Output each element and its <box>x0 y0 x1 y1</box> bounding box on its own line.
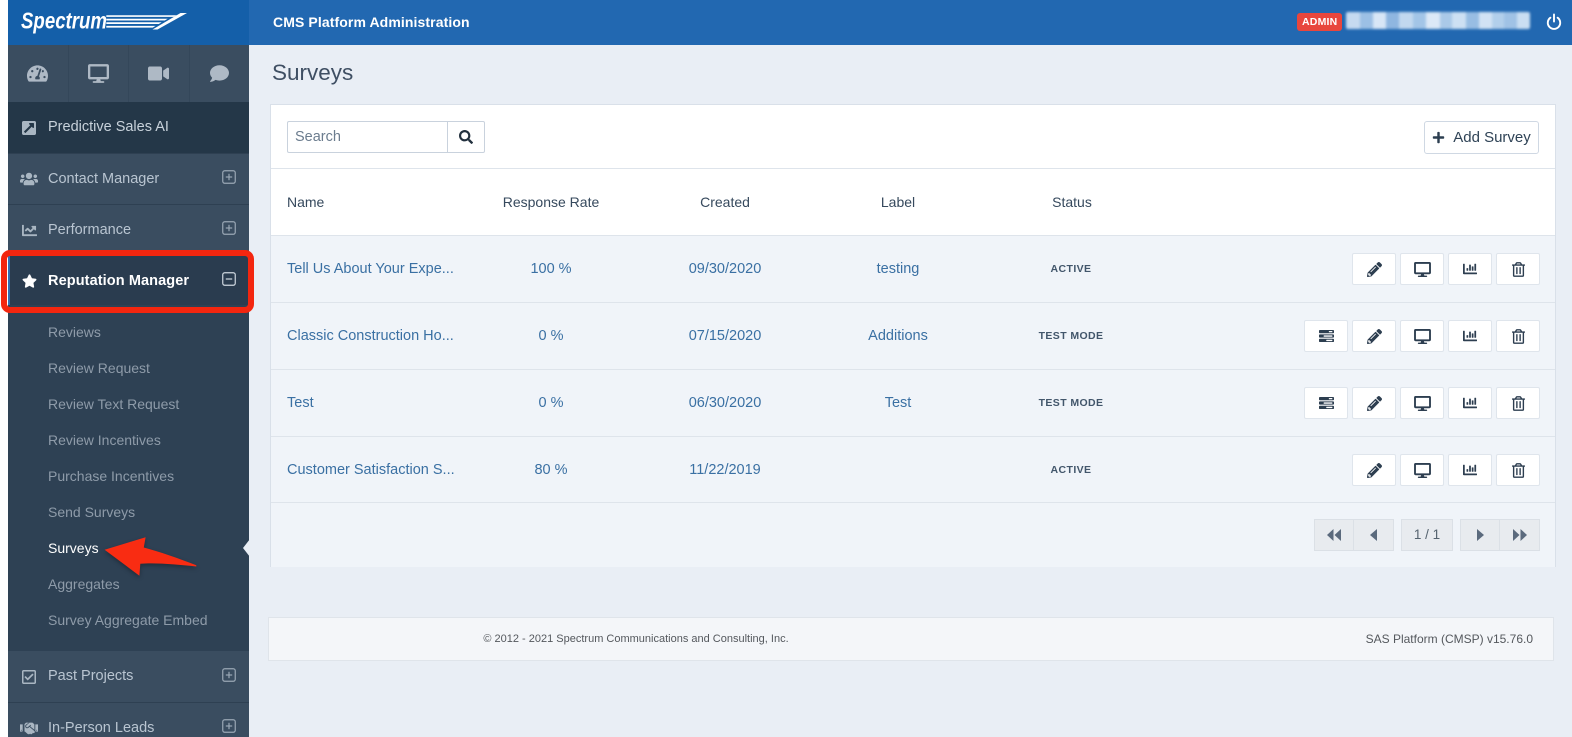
svg-text:Spectrum: Spectrum <box>21 8 107 34</box>
